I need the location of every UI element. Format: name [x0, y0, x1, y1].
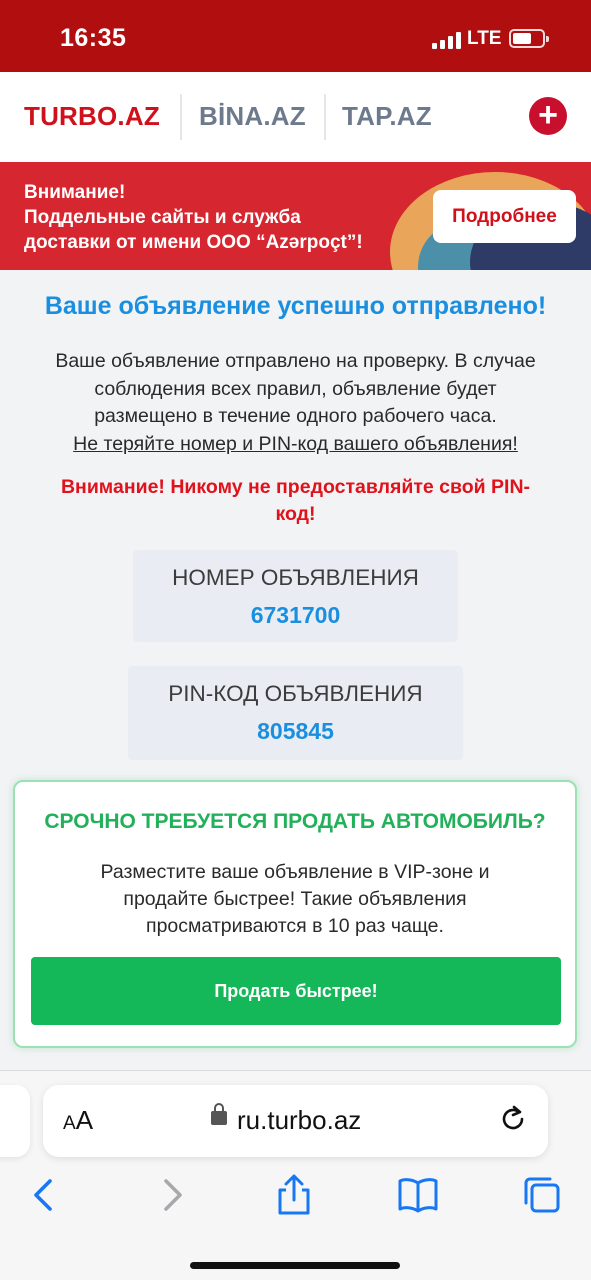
promo-line: просматриваются в 10 раз чаще.	[146, 915, 444, 937]
tabs-icon[interactable]	[520, 1173, 564, 1217]
nav-divider	[180, 94, 182, 140]
ad-number-box: НОМЕР ОБЪЯВЛЕНИЯ 6731700	[133, 550, 458, 642]
banner-line: доставки от имени ООО “Azərpoçt”!	[24, 232, 363, 253]
signal-icon	[432, 31, 462, 49]
ad-number-label: НОМЕР ОБЪЯВЛЕНИЯ	[172, 565, 419, 590]
warning-banner[interactable]: Внимание! Поддельные сайты и служба дост…	[0, 162, 591, 270]
lock-icon	[211, 1103, 227, 1125]
previous-tab-preview[interactable]	[0, 1085, 30, 1157]
sell-faster-button[interactable]: Продать быстрее!	[31, 957, 561, 1025]
promo-line: продайте быстрее! Такие объявления	[123, 888, 467, 910]
reader-options-button[interactable]: AA	[63, 1105, 93, 1136]
nav-divider	[324, 94, 326, 140]
aa-big: A	[75, 1105, 94, 1135]
warning-line: Внимание! Никому не предоставляйте свой …	[60, 476, 531, 498]
bookmarks-icon[interactable]	[396, 1173, 440, 1217]
status-time: 16:35	[60, 24, 127, 52]
site-link-turbo[interactable]: TURBO.AZ	[24, 101, 160, 132]
promo-line: Разместите ваше объявление в VIP-зоне и	[100, 861, 490, 883]
battery-icon	[509, 29, 549, 48]
site-link-tap[interactable]: TAP.AZ	[342, 101, 432, 132]
more-info-button[interactable]: Подробнее	[433, 190, 576, 243]
back-icon[interactable]	[22, 1173, 66, 1217]
reload-icon[interactable]	[497, 1103, 529, 1135]
promo-text: Разместите ваше объявление в VIP-зоне и …	[45, 859, 545, 940]
forward-icon[interactable]	[150, 1173, 194, 1217]
description-line: размещено в течение одного рабочего часа…	[94, 405, 497, 427]
pin-warning: Внимание! Никому не предоставляйте свой …	[30, 474, 561, 528]
browser-chrome: AA ru.turbo.az	[0, 1070, 591, 1280]
promo-title: СРОЧНО ТРЕБУЕТСЯ ПРОДАТЬ АВТОМОБИЛЬ?	[44, 810, 546, 833]
banner-text: Внимание! Поддельные сайты и служба дост…	[24, 180, 363, 255]
share-icon[interactable]	[272, 1173, 316, 1217]
banner-line: Поддельные сайты и служба	[24, 207, 301, 228]
site-nav: TURBO.AZ BİNA.AZ TAP.AZ +	[0, 72, 591, 162]
pin-value: 805845	[257, 718, 334, 744]
vip-promo-card: СРОЧНО ТРЕБУЕТСЯ ПРОДАТЬ АВТОМОБИЛЬ? Раз…	[13, 780, 577, 1048]
site-link-bina[interactable]: BİNA.AZ	[199, 101, 306, 132]
banner-line: Внимание!	[24, 182, 126, 203]
ad-number-value: 6731700	[250, 602, 341, 628]
aa-small: A	[63, 1113, 76, 1134]
pin-label: PIN-КОД ОБЪЯВЛЕНИЯ	[168, 681, 423, 706]
page-title: Ваше объявление успешно отправлено!	[44, 292, 547, 320]
status-bar: 16:35 LTE	[0, 0, 591, 72]
warning-line: код!	[275, 503, 316, 525]
url-text[interactable]: ru.turbo.az	[237, 1105, 361, 1136]
plus-icon[interactable]: +	[529, 97, 567, 135]
address-bar[interactable]: AA ru.turbo.az	[43, 1085, 548, 1157]
pin-box: PIN-КОД ОБЪЯВЛЕНИЯ 805845	[128, 666, 463, 760]
home-indicator[interactable]	[190, 1262, 400, 1269]
submission-description: Ваше объявление отправлено на проверку. …	[20, 348, 571, 458]
network-type: LTE	[467, 28, 502, 49]
description-line: Ваше объявление отправлено на проверку. …	[55, 350, 536, 372]
description-line: соблюдения всех правил, объявление будет	[94, 377, 497, 400]
description-note: Не теряйте номер и PIN-код вашего объявл…	[73, 432, 518, 455]
